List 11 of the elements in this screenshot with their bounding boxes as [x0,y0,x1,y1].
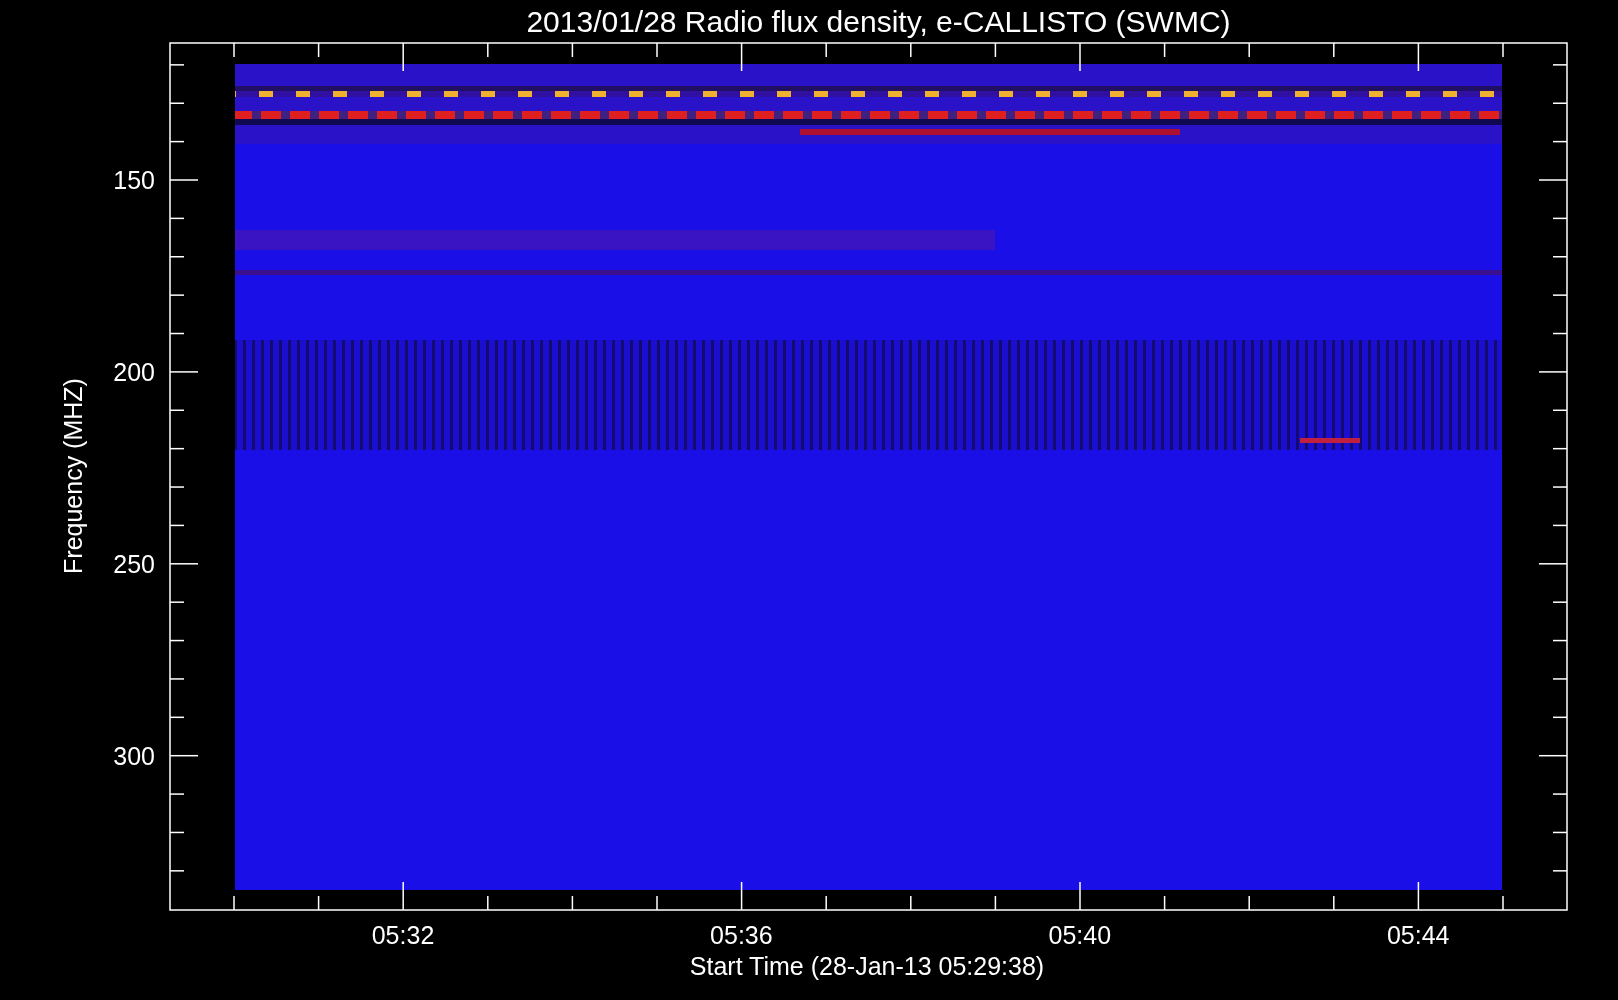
y-axis-label: Frequency (MHZ) [59,378,87,574]
y-tick-label: 150 [113,166,155,194]
y-tick-label: 200 [113,357,155,386]
y-tick-label: 250 [113,549,155,578]
chart-title: 2013/01/28 Radio flux density, e-CALLISTO (SWMC) [526,5,1231,38]
x-tick-label: 05:40 [1048,921,1112,949]
x-tick-label: 05:44 [1386,921,1450,949]
y-tick-label: 300 [113,741,155,770]
x-tick-label: 05:32 [371,921,435,949]
x-axis-label: Start Time (28-Jan-13 05:29:38) [689,952,1045,980]
x-tick-label: 05:36 [710,921,773,949]
